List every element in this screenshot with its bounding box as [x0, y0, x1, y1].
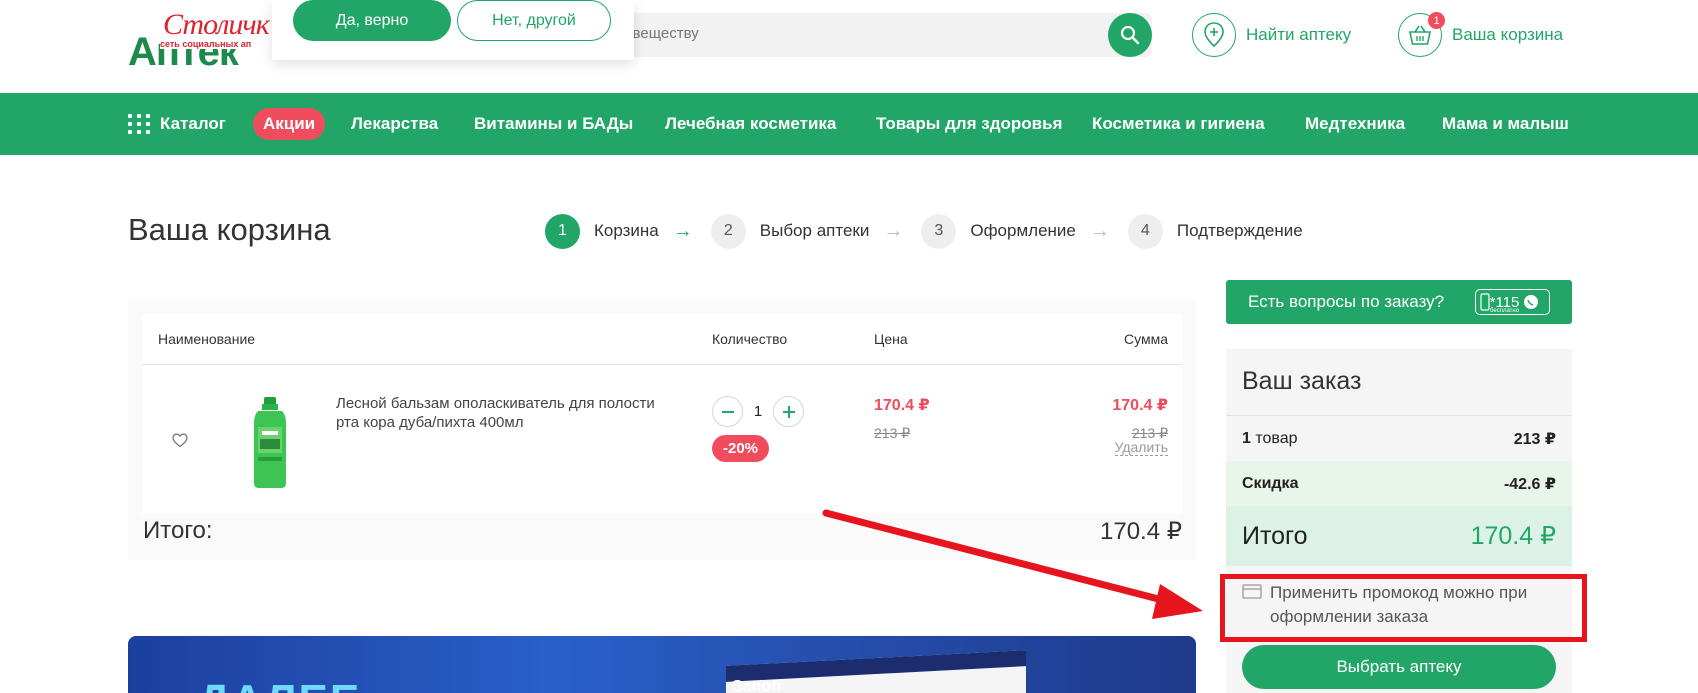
nav-item-promotions[interactable]: Акции — [253, 93, 326, 155]
step-confirmation: 4 Подтверждение — [1127, 213, 1303, 249]
phone-icon — [1480, 293, 1490, 311]
heart-icon[interactable] — [172, 433, 188, 453]
order-summary-title: Ваш заказ — [1242, 367, 1362, 395]
nav-item-medtech[interactable]: Медтехника — [1305, 93, 1405, 155]
cart-table: Наименование Количество Цена Сумма Лесно… — [142, 314, 1182, 514]
nav-catalog[interactable]: Каталог — [128, 93, 226, 155]
promo-banner[interactable]: ДАЛЕЕ... Sanofi — [128, 636, 1196, 693]
remove-item-link[interactable]: Удалить — [1114, 439, 1168, 456]
product-image[interactable] — [250, 397, 290, 489]
step-pharmacy: 2 Выбор аптеки → — [710, 213, 922, 249]
confirm-city-no-button[interactable]: Нет, другой — [457, 0, 611, 41]
order-items-row: 1 товар 213 ₽ — [1226, 416, 1572, 461]
discount-badge: -20% — [712, 435, 769, 462]
nav-item-mother-baby[interactable]: Мама и малыш — [1442, 93, 1569, 155]
cart-count-badge: 1 — [1428, 12, 1445, 29]
line-sum-new: 170.4 ₽ — [1112, 397, 1168, 414]
site-header: Столичк Аптек сеть социальных ап Да, вер… — [0, 0, 1698, 93]
cart-link-label: Ваша корзина — [1452, 25, 1564, 44]
cart-panel: Наименование Количество Цена Сумма Лесно… — [128, 300, 1196, 560]
nav-item-medicines[interactable]: Лекарства — [351, 93, 438, 155]
search-button[interactable] — [1108, 13, 1152, 57]
search-input[interactable] — [620, 25, 1100, 42]
nav-item-cosmetics-hygiene[interactable]: Косметика и гигиена — [1092, 93, 1265, 155]
step-label: Подтверждение — [1176, 221, 1303, 240]
column-header-qty: Количество — [712, 331, 788, 347]
step-label: Оформление — [970, 221, 1076, 240]
order-total-label: Итого — [1242, 521, 1308, 550]
annotation-highlight-box — [1220, 574, 1587, 642]
order-items-count: 1 товар — [1242, 430, 1298, 448]
decrease-quantity-button[interactable] — [712, 396, 743, 427]
items-count-number: 1 — [1242, 429, 1251, 447]
choose-pharmacy-button[interactable]: Выбрать аптеку — [1242, 645, 1556, 689]
nav-catalog-label: Каталог — [160, 114, 226, 133]
search-bar — [580, 13, 1152, 57]
items-count-word: товар — [1255, 429, 1298, 447]
step-number: 2 — [710, 213, 746, 249]
nav-item-vitamins[interactable]: Витамины и БАДы — [474, 93, 633, 155]
quantity-value[interactable]: 1 — [743, 403, 773, 420]
order-discount-row: Скидка -42.6 ₽ — [1226, 461, 1572, 506]
banner-product-label: Sanofi — [732, 678, 781, 693]
phone-shortcode-badge: *115 бесплатно — [1475, 289, 1550, 315]
logo-main-text: Аптек — [128, 30, 239, 74]
nav-item-medical-cosmetics[interactable]: Лечебная косметика — [665, 93, 836, 155]
grid-menu-icon — [128, 114, 151, 134]
main-nav: Каталог Акции Лекарства Витамины и БАДы … — [0, 93, 1698, 155]
column-header-price: Цена — [874, 331, 908, 347]
header-divider — [142, 364, 1182, 365]
minus-icon — [721, 410, 734, 413]
page-title: Ваша корзина — [128, 212, 331, 247]
unit-price-old: 213 ₽ — [874, 425, 911, 441]
header-cart-link[interactable]: 1 Ваша корзина — [1398, 12, 1563, 58]
nav-item-health-goods[interactable]: Товары для здоровья — [876, 93, 1062, 155]
cart-total-label: Итого: — [143, 517, 213, 544]
step-number: 4 — [1127, 213, 1163, 249]
nav-promotions-label: Акции — [253, 108, 326, 140]
step-cart: 1 Корзина → — [545, 213, 711, 249]
cart-total-value: 170.4 ₽ — [1100, 518, 1182, 545]
order-items-price: 213 ₽ — [1513, 430, 1556, 448]
column-header-name: Наименование — [158, 331, 256, 347]
step-label: Выбор аптеки — [759, 221, 870, 240]
phone-note: бесплатно — [1490, 308, 1520, 314]
step-number: 1 — [545, 213, 580, 249]
order-total-value: 170.4 ₽ — [1470, 522, 1556, 550]
plus-icon — [782, 405, 795, 418]
order-questions-button[interactable]: Есть вопросы по заказу? *115 бесплатно — [1226, 280, 1572, 324]
increase-quantity-button[interactable] — [773, 396, 804, 427]
step-checkout: 3 Оформление → — [921, 213, 1128, 249]
order-questions-label: Есть вопросы по заказу? — [1248, 292, 1445, 311]
discount-label: Скидка — [1242, 474, 1299, 492]
column-header-sum: Сумма — [1124, 331, 1168, 347]
search-icon — [1120, 25, 1140, 45]
site-logo[interactable]: Столичк Аптек сеть социальных ап — [128, 8, 273, 74]
city-confirm-popup: Да, верно Нет, другой — [272, 0, 634, 60]
quantity-stepper: 1 — [712, 396, 804, 427]
logo-subtitle: сеть социальных ап — [160, 39, 252, 49]
order-total-row: Итого 170.4 ₽ — [1226, 506, 1572, 566]
basket-icon: 1 — [1398, 12, 1445, 57]
step-label: Корзина — [594, 221, 659, 240]
unit-price-new: 170.4 ₽ — [874, 397, 930, 414]
map-pin-icon — [1192, 13, 1236, 57]
checkout-steps: 1 Корзина → 2 Выбор аптеки → 3 Оформлени… — [545, 213, 1303, 249]
find-pharmacy-link[interactable]: Найти аптеку — [1192, 12, 1351, 58]
whatsapp-icon — [1524, 295, 1539, 309]
find-pharmacy-label: Найти аптеку — [1246, 25, 1352, 44]
arrow-right-icon: → — [1089, 219, 1110, 242]
arrow-right-icon: → — [883, 219, 904, 242]
step-number: 3 — [921, 213, 957, 249]
arrow-right-icon: → — [672, 219, 693, 242]
banner-headline: ДАЛЕЕ... — [198, 676, 404, 693]
discount-value: -42.6 ₽ — [1503, 475, 1556, 493]
confirm-city-yes-button[interactable]: Да, верно — [293, 0, 451, 41]
product-name-link[interactable]: Лесной бальзам ополаскиватель для полост… — [336, 394, 656, 432]
